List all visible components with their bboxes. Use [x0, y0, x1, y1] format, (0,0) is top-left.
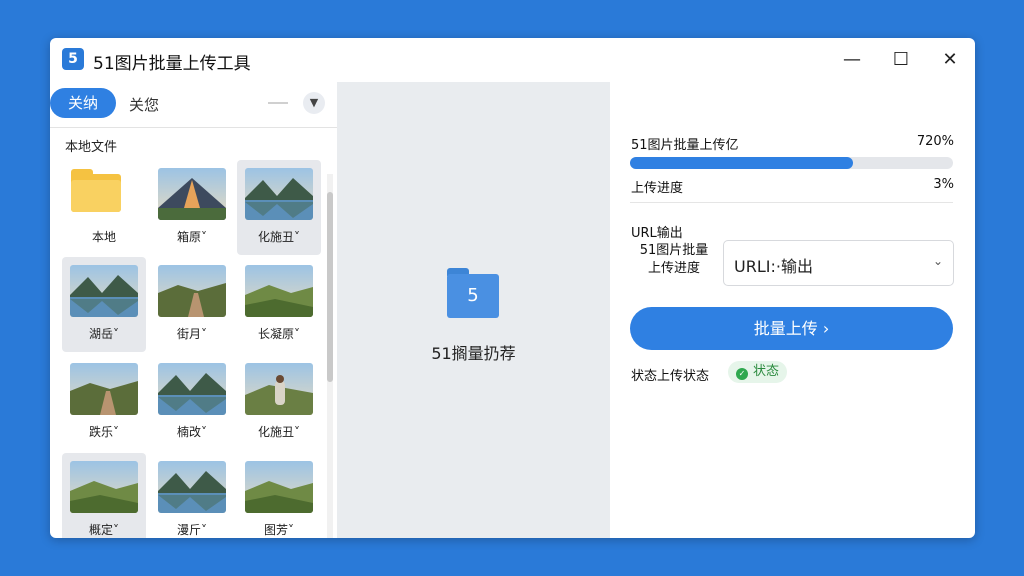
url-output-label: URL输出 [631, 226, 683, 241]
image-item[interactable]: 跌乐˅ [62, 355, 146, 450]
status-check-icon: ✓ [736, 368, 748, 380]
chevron-down-icon[interactable]: ▼ [303, 92, 325, 114]
progress-percent: 3% [933, 177, 954, 192]
image-item[interactable]: 漫斤˅ [150, 453, 234, 538]
item-label: 化施丑˅ [257, 425, 300, 439]
image-thumbnail [245, 168, 313, 220]
upload-label: 51图片批量上传亿 [631, 138, 739, 153]
minimize-button[interactable]: — [838, 46, 866, 74]
scrollbar-thumb[interactable] [327, 192, 333, 382]
section-label: 本地文件 [65, 140, 118, 155]
image-item[interactable]: 湖岳˅ [62, 257, 146, 352]
tab-active[interactable]: 关纳 [50, 88, 116, 118]
item-label: 概定˅ [88, 523, 119, 537]
url-select-value: URLI:·输出 [734, 257, 813, 276]
status-badge: ✓ 状态 [728, 361, 788, 383]
upload-panel: 51图片批量上传亿 720% 上传进度 3% URL输出 51图片批量 上传进度… [610, 82, 975, 538]
image-item[interactable]: 化施丑˅ [237, 355, 321, 450]
item-label: 本地 [91, 230, 116, 244]
progress-label: 上传进度 [631, 181, 684, 196]
image-thumbnail [158, 265, 226, 317]
collapse-dash [268, 102, 288, 104]
item-label: 箱原˅ [176, 230, 207, 244]
title-bar: 5 51图片批量上传工具 — ☐ ✕ [50, 38, 975, 82]
batch-upload-button[interactable]: 批量上传 › [630, 307, 953, 350]
item-label: 漫斤˅ [176, 523, 207, 537]
item-label: 湖岳˅ [88, 327, 119, 341]
image-item[interactable]: 箱原˅ [150, 160, 234, 255]
drop-zone[interactable]: 5 51搁量扔荐 [337, 82, 610, 538]
chevron-down-icon: ⌄ [932, 254, 943, 268]
image-item[interactable]: 概定˅ [62, 453, 146, 538]
progress-bar [630, 157, 953, 169]
upload-percent: 720% [916, 134, 954, 149]
item-label: 图芳˅ [263, 523, 294, 537]
image-item[interactable]: 化施丑˅ [237, 160, 321, 255]
status-label: 状态上传状态 [631, 369, 710, 384]
image-thumbnail [245, 265, 313, 317]
image-item[interactable]: 街月˅ [150, 257, 234, 352]
progress-fill [630, 157, 853, 169]
folder-icon: 5 [447, 268, 499, 318]
url-side-label: 51图片批量 上传进度 [639, 243, 709, 276]
image-thumbnail [245, 461, 313, 513]
divider [630, 202, 953, 203]
close-button[interactable]: ✕ [936, 46, 964, 74]
item-label: 长凝原˅ [257, 327, 300, 341]
drop-zone-label: 51搁量扔荐 [431, 344, 516, 363]
file-grid: 本地 箱原˅ 化施丑˅ 湖岳˅ 街月˅ 长凝原˅ 跌乐˅ 楠改˅ 化施丑˅ 概定˅ 漫斤˅ 图芳˅ [62, 160, 324, 538]
image-thumbnail [70, 363, 138, 415]
item-label: 跌乐˅ [88, 425, 119, 439]
image-item[interactable]: 楠改˅ [150, 355, 234, 450]
app-title: 51图片批量上传工具 [93, 54, 251, 74]
image-thumbnail [70, 265, 138, 317]
image-item[interactable]: 长凝原˅ [237, 257, 321, 352]
image-thumbnail [158, 363, 226, 415]
image-item[interactable]: 图芳˅ [237, 453, 321, 538]
image-thumbnail [70, 461, 138, 513]
maximize-button[interactable]: ☐ [887, 46, 915, 74]
url-output-select[interactable]: URLI:·输出 ⌄ [723, 240, 954, 286]
image-thumbnail [245, 363, 313, 415]
image-thumbnail [158, 461, 226, 513]
app-logo-icon: 5 [62, 48, 84, 70]
image-thumbnail [158, 168, 226, 220]
item-label: 楠改˅ [176, 425, 207, 439]
tab-secondary[interactable]: 关您 [129, 94, 159, 115]
app-window: 5 51图片批量上传工具 — ☐ ✕ 关纳 关您 ▼ 本地文件 本地 箱原˅ 化施丑… [50, 38, 975, 538]
item-label: 街月˅ [176, 327, 207, 341]
folder-item[interactable]: 本地 [62, 160, 146, 255]
item-label: 化施丑˅ [257, 230, 300, 244]
divider [50, 127, 337, 128]
file-browser-panel: 关纳 关您 ▼ 本地文件 本地 箱原˅ 化施丑˅ 湖岳˅ 街月˅ 长凝原˅ 跌乐˅ 楠改˅ 化施… [50, 82, 337, 538]
